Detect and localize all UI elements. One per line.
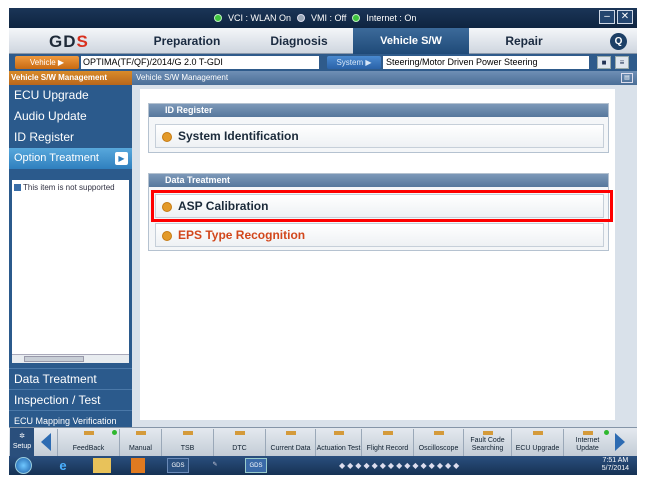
scrollbar-thumb[interactable] xyxy=(24,356,84,362)
gds-logo: GDS xyxy=(49,32,89,51)
vmi-status-icon xyxy=(297,14,306,22)
system-select-button[interactable]: System ▶ xyxy=(327,56,381,69)
status-bar: VCI : WLAN On VMI : Off Internet : On – … xyxy=(9,8,637,28)
minimize-button[interactable]: – xyxy=(599,10,615,24)
gds-taskbar-item-1[interactable]: GDS xyxy=(167,458,189,473)
sidebar-item-ecu-upgrade[interactable]: ECU Upgrade xyxy=(9,85,132,106)
fault-code-searching-button[interactable]: Fault Code Searching xyxy=(463,429,511,456)
sidebar-scrollbar[interactable] xyxy=(12,354,129,363)
highlight-box xyxy=(151,190,613,222)
tools-icon[interactable]: ✎ xyxy=(207,458,223,473)
gds-window: VCI : WLAN On VMI : Off Internet : On – … xyxy=(9,8,637,475)
windows-taskbar: e GDS ✎ GDS ◆◆◆◆◆◆◆◆◆◆◆◆◆◆◆ 7:51 AM 5/7/… xyxy=(9,456,637,475)
current-data-label: Current Data xyxy=(270,445,311,452)
bottom-toolbar: ✲ Setup FeedBack Manual TSB DTC Current D… xyxy=(9,427,637,457)
flight-record-label: Flight Record xyxy=(366,445,409,452)
print-icon[interactable]: ▤ xyxy=(621,73,633,83)
group-title: ID Register xyxy=(149,104,608,117)
main-panel: Vehicle S/W Management ▤ ID Register Sys… xyxy=(132,71,637,427)
vci-status-icon xyxy=(214,14,222,22)
dtc-button[interactable]: DTC xyxy=(213,429,265,456)
current-data-button[interactable]: Current Data xyxy=(265,429,315,456)
ecu-upgrade-button[interactable]: ECU Upgrade xyxy=(511,429,563,456)
feedback-label: FeedBack xyxy=(72,445,105,452)
internet-status-icon xyxy=(352,14,361,22)
bullet-icon xyxy=(163,232,171,240)
vehicle-field: OPTIMA(TF/QF)/2014/G 2.0 T-GDI xyxy=(81,56,319,69)
tsb-button[interactable]: TSB xyxy=(161,429,213,456)
group-id-register: ID Register System Identification xyxy=(148,103,609,153)
oscilloscope-label: Oscilloscope xyxy=(418,445,459,452)
sidebar-item-id-register[interactable]: ID Register xyxy=(9,127,132,148)
fault-code-searching-label: Fault Code Searching xyxy=(470,437,505,452)
tab-diagnosis[interactable]: Diagnosis xyxy=(249,28,349,54)
internet-update-button[interactable]: Internet Update xyxy=(563,429,611,456)
actuation-test-button[interactable]: Actuation Test xyxy=(315,429,361,456)
sidebar-item-inspection-test[interactable]: Inspection / Test xyxy=(9,389,132,410)
row-label: EPS Type Recognition xyxy=(178,228,306,242)
sidebar: Vehicle S/W Management ECU Upgrade Audio… xyxy=(9,71,132,427)
vehicle-select-button[interactable]: Vehicle ▶ xyxy=(15,56,79,69)
row-eps-type-recognition[interactable]: EPS Type Recognition xyxy=(155,223,604,247)
vmi-status: VMI : Off xyxy=(311,13,347,23)
tsb-label: TSB xyxy=(180,445,195,452)
group-title: Data Treatment xyxy=(149,174,608,187)
main-nav: GDS Preparation Diagnosis Vehicle S/W Ma… xyxy=(9,28,637,73)
vehicle-bar: Vehicle ▶ OPTIMA(TF/QF)/2014/G 2.0 T-GDI… xyxy=(9,54,637,71)
system-field: Steering/Motor Driven Power Steering xyxy=(383,56,589,69)
main-header-title: Vehicle S/W Management xyxy=(136,73,229,82)
sidebar-note: This item is not supported xyxy=(23,183,115,192)
gear-icon: ✲ xyxy=(19,433,25,440)
ie-icon[interactable]: e xyxy=(55,458,71,473)
media-icon[interactable] xyxy=(131,458,145,473)
row-label: System Identification xyxy=(178,129,299,143)
tab-vehicle-sw-management[interactable]: Vehicle S/W Management xyxy=(353,28,469,73)
sidebar-item-audio-update[interactable]: Audio Update xyxy=(9,106,132,127)
manual-label: Manual xyxy=(129,445,152,452)
gds-taskbar-item-2[interactable]: GDS xyxy=(245,458,267,473)
sidebar-item-label: Option Treatment xyxy=(14,152,99,164)
sidebar-header: Vehicle S/W Management xyxy=(9,71,132,85)
setup-button[interactable]: ✲ Setup xyxy=(10,428,34,457)
play-icon: ▶ xyxy=(115,152,128,165)
status-indicators: VCI : WLAN On VMI : Off Internet : On xyxy=(214,11,416,25)
sidebar-item-option-treatment[interactable]: Option Treatment ▶ xyxy=(9,148,132,169)
main-header: Vehicle S/W Management ▤ xyxy=(132,71,637,85)
start-button[interactable] xyxy=(15,457,32,474)
dtc-label: DTC xyxy=(232,445,247,452)
toolbar-next-icon[interactable] xyxy=(615,433,625,451)
actuation-test-label: Actuation Test xyxy=(316,445,361,452)
feedback-button[interactable]: FeedBack xyxy=(57,429,119,456)
sidebar-note-panel: This item is not supported xyxy=(12,180,129,362)
oscilloscope-button[interactable]: Oscilloscope xyxy=(413,429,463,456)
folder-icon[interactable] xyxy=(93,458,111,473)
ecu-upgrade-label: ECU Upgrade xyxy=(515,445,560,452)
tab-preparation[interactable]: Preparation xyxy=(137,28,237,54)
row-system-identification[interactable]: System Identification xyxy=(155,124,604,148)
internet-update-label: Internet Update xyxy=(575,437,600,452)
bullet-icon xyxy=(163,133,171,141)
search-icon[interactable]: Q xyxy=(610,33,627,50)
manual-button[interactable]: Manual xyxy=(119,429,161,456)
capture-icon[interactable]: ■ xyxy=(597,56,611,69)
internet-status: Internet : On xyxy=(366,13,417,23)
clock-date: 5/7/2014 xyxy=(601,465,629,472)
sidebar-item-data-treatment[interactable]: Data Treatment xyxy=(9,368,132,389)
tab-repair[interactable]: Repair xyxy=(479,28,569,54)
list-icon[interactable]: ≡ xyxy=(615,56,629,69)
vci-status: VCI : WLAN On xyxy=(228,13,292,23)
toolbar-prev-icon[interactable] xyxy=(41,433,51,451)
setup-label: Setup xyxy=(12,443,32,450)
close-button[interactable]: ✕ xyxy=(617,10,633,24)
info-icon xyxy=(14,184,21,192)
clock-time: 7:51 AM xyxy=(602,457,629,464)
content-area: ID Register System Identification Data T… xyxy=(140,89,615,420)
taskbar-clock[interactable]: 7:51 AM 5/7/2014 xyxy=(602,457,629,473)
flight-record-button[interactable]: Flight Record xyxy=(361,429,413,456)
system-tray-icons: ◆◆◆◆◆◆◆◆◆◆◆◆◆◆◆ xyxy=(339,461,462,470)
